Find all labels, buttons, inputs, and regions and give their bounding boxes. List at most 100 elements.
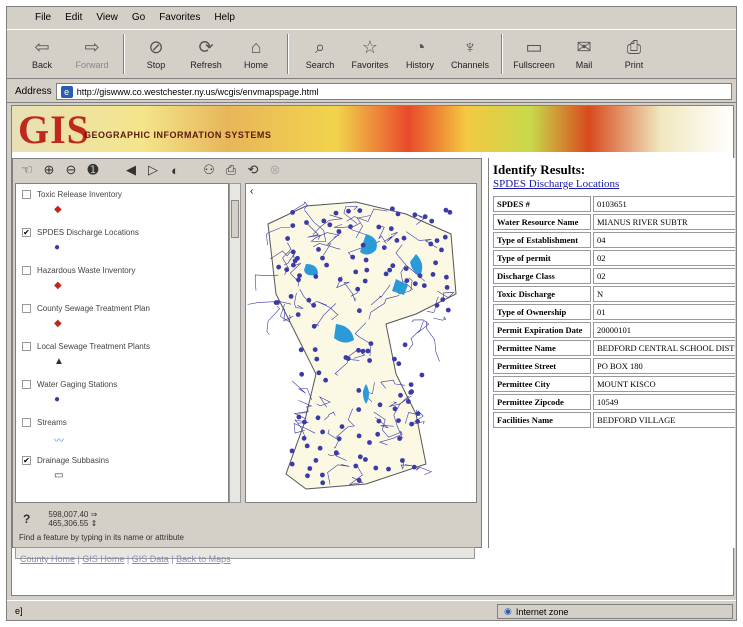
spdes-point[interactable] xyxy=(288,294,294,299)
spdes-point[interactable] xyxy=(353,463,359,469)
spdes-point[interactable] xyxy=(304,443,310,449)
spdes-point[interactable] xyxy=(324,262,329,268)
spdes-point[interactable] xyxy=(301,435,307,441)
spdes-point[interactable] xyxy=(376,418,382,424)
zoom-in-icon[interactable]: ⊕ xyxy=(41,162,57,178)
footer-link[interactable]: County Home xyxy=(20,554,75,564)
spdes-point[interactable] xyxy=(444,274,449,280)
spdes-point[interactable] xyxy=(296,414,302,420)
spdes-point[interactable] xyxy=(336,436,342,442)
spdes-point[interactable] xyxy=(333,450,339,456)
spdes-point[interactable] xyxy=(314,356,320,362)
identify-icon[interactable]: ➊ xyxy=(85,162,101,178)
spdes-point[interactable] xyxy=(375,431,381,437)
spdes-point[interactable] xyxy=(295,312,301,317)
spdes-point[interactable] xyxy=(396,418,401,423)
spdes-point[interactable] xyxy=(313,458,319,463)
spdes-point[interactable] xyxy=(291,262,296,268)
spdes-point[interactable] xyxy=(439,247,444,253)
spdes-point[interactable] xyxy=(392,356,397,362)
scroll-thumb[interactable] xyxy=(231,200,239,238)
spdes-point[interactable] xyxy=(409,421,414,427)
find-binoculars-icon[interactable]: ⚇ xyxy=(201,162,217,178)
print-button[interactable]: ⎙ Print xyxy=(609,30,659,78)
spdes-point[interactable] xyxy=(396,361,402,367)
spdes-point[interactable] xyxy=(417,273,423,279)
spdes-point[interactable] xyxy=(321,218,327,224)
menu-edit[interactable]: Edit xyxy=(65,12,82,23)
spdes-point[interactable] xyxy=(381,245,387,250)
spdes-point[interactable] xyxy=(373,465,379,471)
spdes-point[interactable] xyxy=(316,247,321,252)
spdes-point[interactable] xyxy=(398,392,403,398)
spdes-point[interactable] xyxy=(397,436,402,441)
spdes-point[interactable] xyxy=(356,477,362,483)
spdes-point[interactable] xyxy=(388,226,394,232)
spdes-point[interactable] xyxy=(315,415,321,421)
spdes-point[interactable] xyxy=(376,224,382,230)
spdes-point[interactable] xyxy=(290,210,295,215)
layer-item[interactable]: Streams 〰 xyxy=(16,412,228,450)
spdes-point[interactable] xyxy=(411,464,417,470)
spdes-point[interactable] xyxy=(383,271,389,277)
spdes-point[interactable] xyxy=(312,347,318,352)
layer-checkbox[interactable] xyxy=(22,380,31,390)
spdes-point[interactable] xyxy=(320,472,325,478)
spdes-point[interactable] xyxy=(387,267,393,273)
spdes-point[interactable] xyxy=(327,222,333,228)
spdes-point[interactable] xyxy=(320,480,326,486)
spdes-point[interactable] xyxy=(307,466,313,471)
spdes-point[interactable] xyxy=(333,210,339,216)
spdes-point[interactable] xyxy=(357,208,363,213)
layer-checkbox[interactable] xyxy=(22,342,31,352)
spdes-point[interactable] xyxy=(336,229,342,234)
spdes-point[interactable] xyxy=(394,238,400,243)
spdes-point[interactable] xyxy=(356,407,362,412)
spdes-point[interactable] xyxy=(346,208,351,214)
spdes-point[interactable] xyxy=(429,218,435,224)
spdes-point[interactable] xyxy=(408,390,414,395)
map-view[interactable]: ‹ xyxy=(245,183,477,503)
footer-link[interactable]: GIS Home xyxy=(82,554,124,564)
previous-extent-icon[interactable]: ◀ xyxy=(123,162,139,178)
spdes-point[interactable] xyxy=(356,433,362,439)
spdes-point[interactable] xyxy=(419,372,425,378)
spdes-point[interactable] xyxy=(306,297,312,303)
menu-go[interactable]: Go xyxy=(132,12,145,23)
spdes-point[interactable] xyxy=(320,255,325,261)
spdes-point[interactable] xyxy=(402,342,408,348)
spdes-point[interactable] xyxy=(412,212,418,218)
menu-help[interactable]: Help xyxy=(214,12,235,23)
spdes-point[interactable] xyxy=(304,220,309,225)
spdes-point[interactable] xyxy=(447,209,453,215)
spdes-point[interactable] xyxy=(440,297,446,302)
layer-checkbox[interactable]: ✔ xyxy=(22,228,31,238)
spdes-point[interactable] xyxy=(302,419,307,425)
spdes-point[interactable] xyxy=(290,223,296,228)
county-map[interactable]: ‹ xyxy=(246,184,477,503)
spdes-point[interactable] xyxy=(403,266,409,271)
footer-link[interactable]: GIS Data xyxy=(132,554,169,564)
zoom-out-icon[interactable]: ⊖ xyxy=(63,162,79,178)
spdes-point[interactable] xyxy=(364,267,370,273)
spdes-point[interactable] xyxy=(408,382,414,387)
print-map-icon[interactable]: ⎙ xyxy=(223,162,239,178)
layer-scrollbar[interactable] xyxy=(229,183,241,503)
spdes-point[interactable] xyxy=(367,358,372,363)
spdes-point[interactable] xyxy=(295,255,300,261)
spdes-point[interactable] xyxy=(357,454,363,460)
spdes-point[interactable] xyxy=(400,458,405,463)
spdes-point[interactable] xyxy=(356,347,361,353)
spdes-point[interactable] xyxy=(421,283,427,288)
spdes-point[interactable] xyxy=(276,264,282,270)
spdes-point[interactable] xyxy=(350,254,356,260)
layer-checkbox[interactable] xyxy=(22,190,31,200)
spdes-point[interactable] xyxy=(289,461,295,467)
spdes-point[interactable] xyxy=(390,206,395,212)
layer-checkbox[interactable] xyxy=(22,266,31,276)
layer-item[interactable]: Local Sewage Treatment Plants ▲ xyxy=(16,336,228,374)
layer-item[interactable]: County Sewage Treatment Plan ◆ xyxy=(16,298,228,336)
refresh-map-icon[interactable]: ⟲ xyxy=(245,162,261,178)
footer-link[interactable]: Back to Maps xyxy=(176,554,231,564)
spdes-point[interactable] xyxy=(442,234,448,240)
